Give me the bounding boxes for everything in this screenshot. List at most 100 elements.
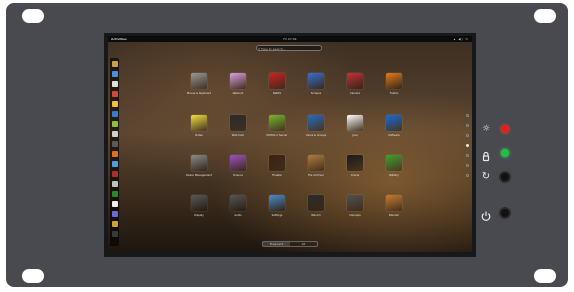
app-icon	[269, 115, 285, 131]
page-dot[interactable]	[466, 114, 469, 117]
mount-slot-bottom-left	[22, 269, 44, 283]
dash-app-icon[interactable]	[111, 91, 118, 97]
app-icon	[230, 115, 246, 131]
dash-app-icon[interactable]	[111, 81, 118, 87]
page-dot[interactable]	[466, 164, 469, 167]
app-label: Settings	[271, 214, 283, 217]
app-icon	[308, 73, 324, 89]
app-tile[interactable]: Audio	[222, 195, 254, 225]
search-input[interactable]: ⚲ Type to search...	[256, 45, 322, 51]
app-tile[interactable]: Settings	[261, 195, 293, 225]
view-switcher: Frequent All	[262, 241, 318, 247]
app-icon	[269, 195, 285, 211]
dash-app-icon[interactable]	[111, 111, 118, 117]
app-icon	[308, 155, 324, 171]
app-label: Java	[352, 134, 358, 137]
power-icon	[480, 207, 492, 221]
app-tile[interactable]: Firefox	[378, 73, 410, 103]
app-icon	[347, 195, 363, 211]
dash-app-icon[interactable]	[111, 121, 118, 127]
page-dot[interactable]	[466, 174, 469, 177]
tab-frequent[interactable]: Frequent	[263, 242, 290, 246]
app-tile[interactable]: Camera	[339, 73, 371, 103]
app-tile[interactable]: Power Management	[183, 155, 215, 185]
app-icon	[230, 73, 246, 89]
app-icon	[191, 115, 207, 131]
app-tile[interactable]: Display	[183, 195, 215, 225]
app-label: Inkscape	[349, 214, 361, 217]
app-icon	[191, 195, 207, 211]
app-icon	[230, 155, 246, 171]
dash-app-icon[interactable]	[111, 201, 118, 207]
app-label: Users & Groups	[305, 134, 327, 137]
app-icon	[308, 195, 324, 211]
app-label: Power Management	[186, 174, 212, 177]
dash-app-icon[interactable]	[111, 161, 118, 167]
page-dot-active[interactable]	[466, 144, 469, 147]
app-tile[interactable]: Battery	[378, 155, 410, 185]
app-icon	[269, 73, 285, 89]
status-led-red	[501, 125, 509, 133]
app-tile[interactable]: Science	[222, 155, 254, 185]
system-menu[interactable]: ▴ ◀) ⏻	[454, 36, 469, 42]
touchscreen-display[interactable]: Activities Fri 07:04 ▴ ◀) ⏻ ⚲ Type to se…	[108, 36, 472, 252]
app-label: Camera	[349, 92, 361, 95]
clock[interactable]: Fri 07:04	[108, 36, 472, 42]
app-tile[interactable]: Wacom	[300, 195, 332, 225]
app-tile[interactable]: Software	[378, 115, 410, 145]
dash-app-icon[interactable]	[111, 141, 118, 147]
app-icon	[386, 155, 402, 171]
dash-app-icon[interactable]	[111, 101, 118, 107]
app-tile[interactable]: Blender	[378, 195, 410, 225]
mount-slot-bottom-right	[534, 269, 556, 283]
app-tile[interactable]: Java	[339, 115, 371, 145]
dash-app-icon[interactable]	[111, 231, 118, 237]
mount-slot-top-right	[534, 9, 556, 23]
page-dot[interactable]	[466, 124, 469, 127]
tab-all[interactable]: All	[290, 242, 317, 246]
app-tile[interactable]: Netflix	[261, 73, 293, 103]
app-icon	[269, 155, 285, 171]
rotate-icon: ↻	[481, 171, 491, 182]
app-tile[interactable]: Screens	[300, 73, 332, 103]
app-icon	[386, 115, 402, 131]
app-tile[interactable]: NVIDIA X Server	[261, 115, 293, 145]
app-tile[interactable]: Network	[222, 73, 254, 103]
app-tile[interactable]: File Archiver	[300, 155, 332, 185]
dash-app-icon[interactable]	[111, 71, 118, 77]
app-tile[interactable]: Inkscape	[339, 195, 371, 225]
app-icon	[386, 195, 402, 211]
app-tile[interactable]: Oracle	[339, 155, 371, 185]
app-tile[interactable]: Theater	[261, 155, 293, 185]
search-placeholder: Type to search...	[261, 47, 286, 51]
dash-app-icon[interactable]	[111, 181, 118, 187]
app-label: Software	[388, 134, 400, 137]
rotate-button[interactable]	[499, 171, 511, 183]
app-label: File Archiver	[308, 174, 324, 177]
mount-slot-top-left	[22, 9, 44, 23]
dash-app-icon[interactable]	[111, 221, 118, 227]
app-label: Notes	[195, 134, 203, 137]
dash-app-icon[interactable]	[111, 191, 118, 197]
app-icon	[347, 73, 363, 89]
dash-app-icon[interactable]	[111, 171, 118, 177]
power-button[interactable]	[499, 207, 511, 219]
page-dot[interactable]	[466, 154, 469, 157]
dash-sidebar	[110, 58, 119, 246]
dash-app-icon[interactable]	[111, 211, 118, 217]
app-label: Web Cam	[231, 134, 245, 137]
page-dot[interactable]	[466, 134, 469, 137]
app-tile[interactable]: Web Cam	[222, 115, 254, 145]
app-icon	[347, 115, 363, 131]
app-icon	[386, 73, 402, 89]
app-tile[interactable]: Users & Groups	[300, 115, 332, 145]
dash-app-icon[interactable]	[111, 151, 118, 157]
dash-app-icon[interactable]	[111, 61, 118, 67]
app-label: Science	[232, 174, 244, 177]
dash-app-icon[interactable]	[111, 131, 118, 137]
app-label: Theater	[271, 174, 283, 177]
app-label: Oracle	[350, 174, 360, 177]
app-tile[interactable]: Mouse & Keyboard	[183, 73, 215, 103]
app-tile[interactable]: Notes	[183, 115, 215, 145]
app-label: Mouse & Keyboard	[186, 92, 212, 95]
